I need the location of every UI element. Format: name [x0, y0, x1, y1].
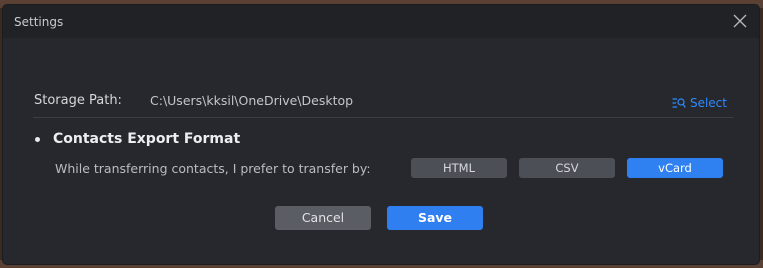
contacts-export-heading: Contacts Export Format — [35, 129, 240, 149]
save-button[interactable]: Save — [387, 206, 483, 230]
transfer-preference-text: While transferring contacts, I prefer to… — [55, 161, 371, 176]
dialog-title: Settings — [14, 15, 64, 29]
storage-path-value: C:\Users\kksil\OneDrive\Desktop — [150, 93, 354, 108]
select-path-label: Select — [689, 96, 727, 110]
bullet-icon — [35, 136, 40, 142]
contacts-export-title: Contacts Export Format — [53, 131, 241, 147]
format-html-button[interactable]: HTML — [411, 158, 507, 178]
settings-dialog: Settings Storage Path: C:\Users\kksil\On… — [3, 5, 759, 264]
format-csv-button[interactable]: CSV — [519, 158, 615, 178]
close-icon — [733, 14, 747, 28]
list-search-icon — [672, 98, 686, 108]
format-vcard-button[interactable]: vCard — [627, 158, 723, 178]
title-bar: Settings — [3, 5, 759, 38]
select-path-button[interactable]: Select — [672, 95, 727, 111]
storage-path-row: Storage Path: C:\Users\kksil\OneDrive\De… — [33, 91, 727, 113]
close-button[interactable] — [731, 12, 749, 30]
cancel-button[interactable]: Cancel — [275, 206, 371, 230]
section-divider — [33, 117, 733, 118]
storage-path-label: Storage Path: — [34, 93, 122, 108]
